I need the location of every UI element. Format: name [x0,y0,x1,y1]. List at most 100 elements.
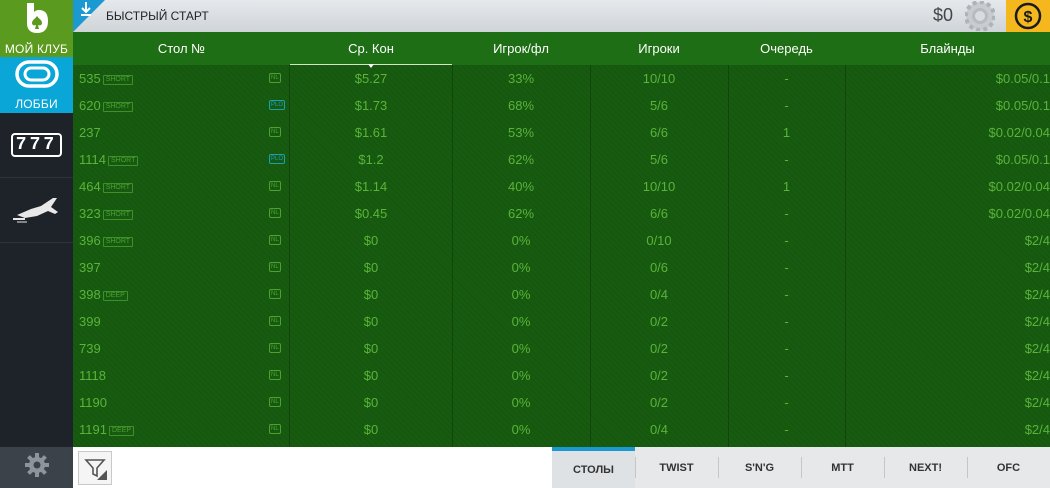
players-per-flop-cell: 0% [511,287,531,302]
avg-pot-cell: $0 [363,260,379,275]
table-row[interactable]: 323 SHORT NL $0.45 62% 6/6 - $0.02/0.04 [73,200,1050,227]
quick-start-label[interactable]: БЫСТРЫЙ СТАРТ [106,9,209,23]
sidebar-item-my-club[interactable]: МОЙ КЛУБ [0,0,73,57]
table-number: 1118 [79,368,106,383]
top-bar: БЫСТРЫЙ СТАРТ $0 $ [73,0,1050,32]
players-per-flop-cell: 40% [507,179,535,194]
table-row[interactable]: 399 NL $0 0% 0/2 - $2/4 [73,308,1050,335]
players-per-flop-cell: 0% [511,260,531,275]
filter-button[interactable] [78,451,112,485]
blinds-cell: $0.05/0.1 [995,152,1050,167]
game-type-badge: NL [269,289,281,299]
table-row[interactable]: 1118 NL $0 0% 0/2 - $2/4 [73,362,1050,389]
table-number-cell: 739 [79,335,101,362]
sidebar: МОЙ КЛУБ ЛОББИ 777 [0,0,73,488]
queue-cell: - [784,314,789,329]
players-cell: 0/2 [649,314,669,329]
queue-cell: - [784,260,789,275]
bottom-bar: СТОЛЫ TWIST S'N'G MTT NEXT! OFC [73,447,1050,488]
slots-777-icon: 777 [10,133,63,157]
players-per-flop-cell: 53% [507,125,535,140]
table-number: 620 [79,98,101,113]
table-number: 739 [79,341,101,356]
header-queue[interactable]: Очередь [728,32,845,65]
tab-twist[interactable]: TWIST [635,447,718,488]
players-cell: 0/10 [646,233,672,248]
players-cell: 0/2 [649,341,669,356]
sidebar-item-lobby[interactable]: ЛОББИ [0,57,73,113]
table-tag-badge: DEEP [108,426,135,436]
blinds-cell: $2/4 [1024,287,1050,302]
queue-cell: - [784,206,789,221]
players-cell: 0/2 [649,368,669,383]
players-cell: 5/6 [649,152,669,167]
settings-button[interactable] [0,447,73,488]
header-table-number[interactable]: Стол № [73,32,290,65]
airplane-icon [11,193,63,228]
header-avg-pot[interactable]: Ср. Кон [290,32,452,65]
header-blinds[interactable]: Блайнды [845,32,1050,65]
avg-pot-cell: $1.14 [354,179,388,194]
avg-pot-cell: $0 [363,341,379,356]
game-type-badge: NL [269,262,281,272]
blinds-cell: $0.05/0.1 [995,98,1050,113]
blinds-cell: $2/4 [1024,422,1050,437]
players-cell: 0/2 [649,395,669,410]
tables-list: Стол № Ср. Кон Игрок/фл Игроки Очередь Б… [73,32,1050,447]
header-players[interactable]: Игроки [590,32,728,65]
gear-icon [24,452,50,483]
table-number-cell: 323 SHORT [79,200,134,227]
game-type-badge: NL [269,316,281,326]
table-row[interactable]: 397 NL $0 0% 0/6 - $2/4 [73,254,1050,281]
avg-pot-cell: $1.2 [358,152,384,167]
table-tag-badge: SHORT [102,102,134,112]
players-per-flop-cell: 0% [511,233,531,248]
table-row[interactable]: 739 NL $0 0% 0/2 - $2/4 [73,335,1050,362]
table-row[interactable]: 1190 NL $0 0% 0/2 - $2/4 [73,389,1050,416]
table-number: 1114 [79,152,106,167]
tab-next[interactable]: NEXT! [884,447,967,488]
table-number: 237 [79,125,101,140]
chips-button[interactable] [958,0,1002,32]
table-row[interactable]: 237 NL $1.61 53% 6/6 1 $0.02/0.04 [73,119,1050,146]
blinds-cell: $0.02/0.04 [988,125,1050,140]
avg-pot-cell: $0.45 [354,206,388,221]
table-row[interactable]: 1191 DEEP NL $0 0% 0/4 - $2/4 [73,416,1050,443]
table-number-cell: 1190 [79,389,107,416]
table-number-cell: 1114 SHORT [79,146,139,173]
blinds-cell: $0.05/0.1 [995,71,1050,86]
blinds-cell: $2/4 [1024,368,1050,383]
poker-chip-icon [965,1,995,31]
queue-cell: 1 [782,125,791,140]
cashier-button[interactable]: $ [1006,0,1050,32]
tab-mtt[interactable]: MTT [801,447,884,488]
game-type-badge: NL [269,73,281,83]
table-row[interactable]: 464 SHORT NL $1.14 40% 10/10 1 $0.02/0.04 [73,173,1050,200]
table-header: Стол № Ср. Кон Игрок/фл Игроки Очередь Б… [73,32,1050,68]
queue-cell: - [784,287,789,302]
table-number: 323 [79,206,101,221]
avg-pot-cell: $0 [363,314,379,329]
table-tag-badge: DEEP [102,291,128,301]
tab-tables[interactable]: СТОЛЫ [552,447,635,488]
table-row[interactable]: 1114 SHORT PLO $1.2 62% 5/6 - $0.05/0.1 [73,146,1050,173]
table-row[interactable]: 396 SHORT NL $0 0% 0/10 - $2/4 [73,227,1050,254]
game-type-badge: NL [269,397,281,407]
sidebar-item-aviator[interactable] [0,178,73,243]
blinds-cell: $2/4 [1024,341,1050,356]
table-number-cell: 396 SHORT [79,227,134,254]
tab-sng[interactable]: S'N'G [718,447,801,488]
tab-ofc[interactable]: OFC [967,447,1050,488]
players-cell: 10/10 [642,71,676,86]
table-row[interactable]: 620 SHORT PLO $1.73 68% 5/6 - $0.05/0.1 [73,92,1050,119]
sidebar-item-slots[interactable]: 777 [0,113,73,178]
quick-start-button[interactable] [73,0,105,32]
table-row[interactable]: 398 DEEP NL $0 0% 0/4 - $2/4 [73,281,1050,308]
table-number-cell: 1118 [79,362,106,389]
table-row[interactable]: 535 SHORT NL $5.27 33% 10/10 - $0.05/0.1 [73,65,1050,92]
players-cell: 0/4 [649,422,669,437]
players-cell: 10/10 [642,179,676,194]
queue-cell: 1 [782,179,791,194]
table-number-cell: 620 SHORT [79,92,134,119]
header-players-per-flop[interactable]: Игрок/фл [452,32,590,65]
